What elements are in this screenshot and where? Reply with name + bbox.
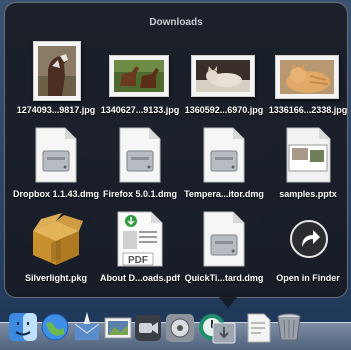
disk-image-icon: [13, 125, 99, 187]
disk-image-icon: [181, 209, 267, 271]
file-item-firefox-dmg[interactable]: Firefox 5.0.1.dmg: [97, 125, 183, 205]
file-label: samples.pptx: [279, 189, 337, 199]
finder-icon[interactable]: [8, 312, 38, 342]
photo-cat-icon: [181, 41, 267, 103]
file-label: Open in Finder: [276, 273, 340, 283]
photo-app-icon[interactable]: [103, 314, 133, 342]
file-item-tempera-dmg[interactable]: Tempera...itor.dmg: [181, 125, 267, 205]
disk-image-icon: [181, 125, 267, 187]
open-in-finder-icon: [265, 209, 351, 271]
network-globe-icon[interactable]: [40, 312, 70, 342]
file-item-dropbox-dmg[interactable]: Dropbox 1.1.43.dmg: [13, 125, 99, 205]
stack-title: Downloads: [149, 17, 203, 28]
file-label: 1336166...2338.jpg: [268, 105, 348, 115]
facetime-icon[interactable]: [134, 314, 162, 342]
file-item-silverlight-pkg[interactable]: Silverlight.pkg: [13, 209, 99, 289]
disk-image-icon: [97, 125, 183, 187]
mail-icon[interactable]: [72, 310, 102, 342]
system-preferences-icon[interactable]: [165, 313, 195, 343]
downloads-stack-icon[interactable]: [212, 322, 236, 344]
downloads-stack-grid: Downloads 1274093...9817.jpg 1340627...9…: [4, 2, 348, 298]
trash-icon[interactable]: [276, 312, 302, 342]
photo-horse-icon: [13, 41, 99, 103]
file-item-about-downloads-pdf[interactable]: PDF About D...oads.pdf: [97, 209, 183, 289]
stack-pointer: [218, 296, 238, 308]
photo-kitten-icon: [265, 41, 351, 103]
photo-horses-icon: [97, 41, 183, 103]
file-item-quicktime-dmg[interactable]: QuickTi...tard.dmg: [181, 209, 267, 289]
file-item-1340627-jpg[interactable]: 1340627...9133.jpg: [97, 41, 183, 121]
file-item-samples-pptx[interactable]: samples.pptx: [265, 125, 351, 205]
svg-text:PDF: PDF: [128, 255, 148, 266]
package-icon: [13, 209, 99, 271]
documents-stack-icon[interactable]: [246, 312, 272, 344]
dock: [0, 308, 351, 350]
presentation-icon: [265, 125, 351, 187]
file-item-1360592-jpg[interactable]: 1360592...6970.jpg: [181, 41, 267, 121]
pdf-icon: PDF: [97, 209, 183, 271]
file-item-1336166-jpg[interactable]: 1336166...2338.jpg: [265, 41, 351, 121]
open-in-finder-button[interactable]: Open in Finder: [265, 209, 351, 289]
file-item-1274093-jpg[interactable]: 1274093...9817.jpg: [13, 41, 99, 121]
